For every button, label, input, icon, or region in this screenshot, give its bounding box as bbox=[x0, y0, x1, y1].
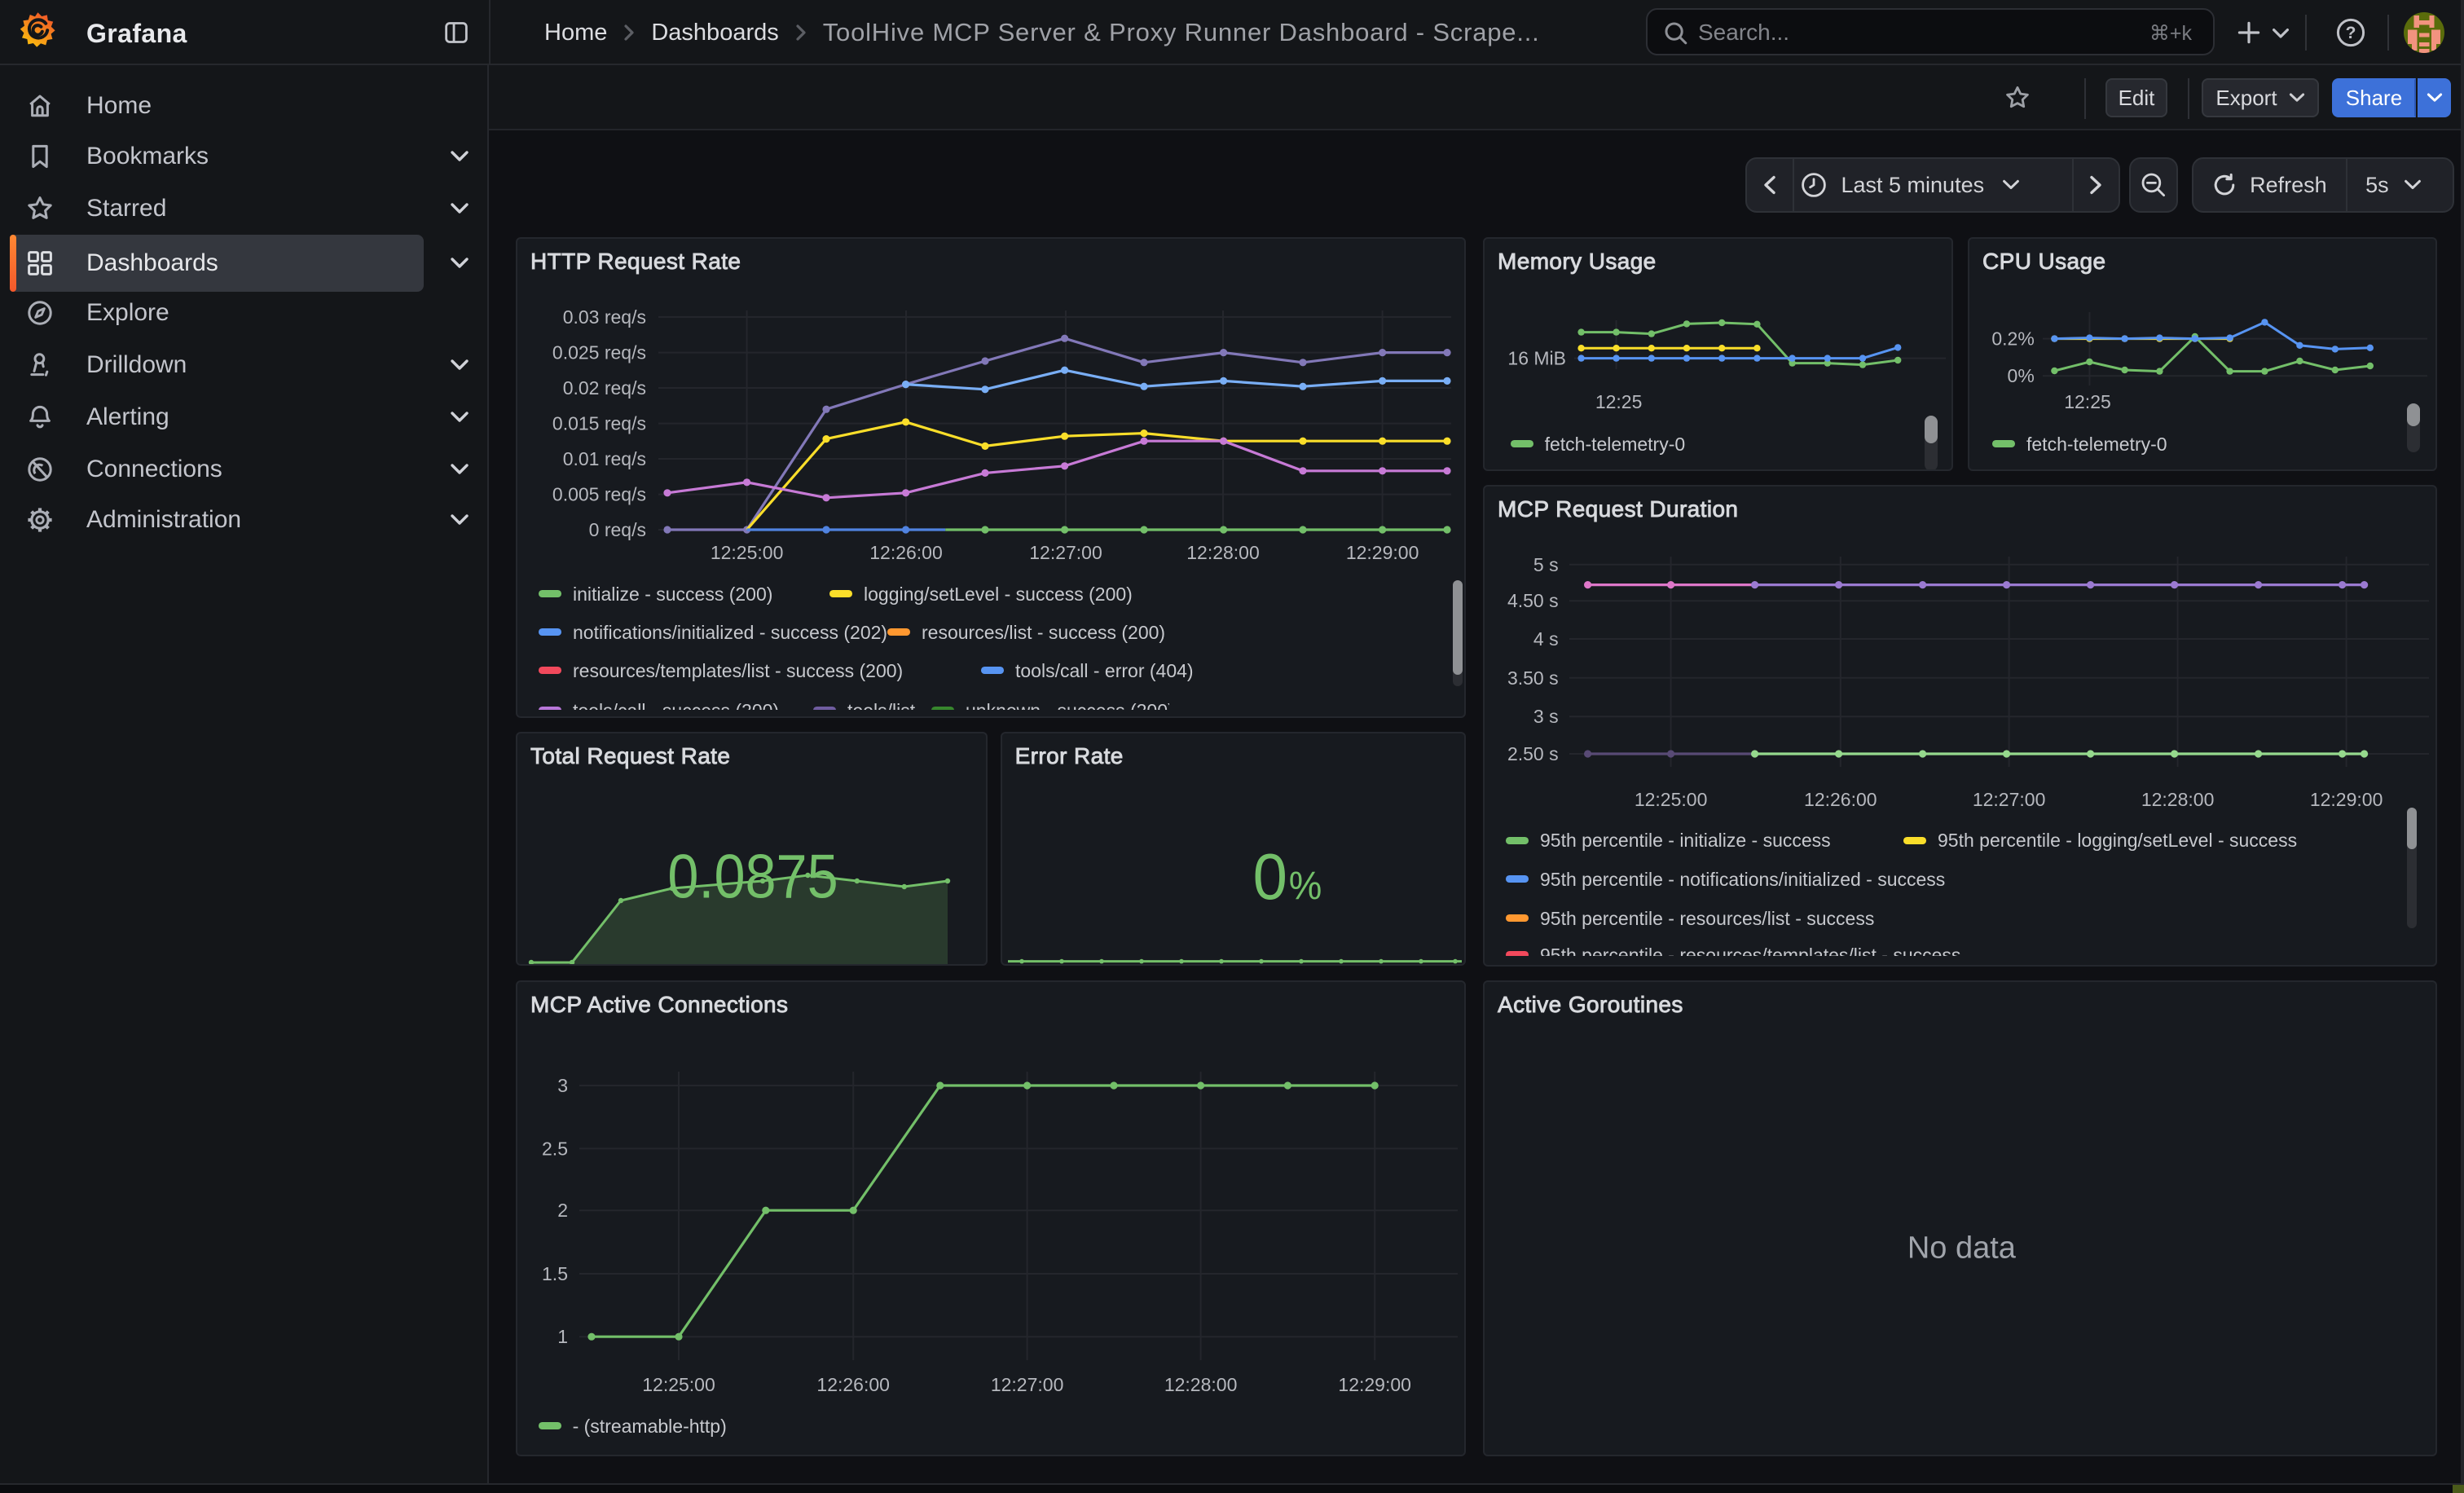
svg-text:12:29:00: 12:29:00 bbox=[1338, 1374, 1411, 1395]
svg-text:0.01 req/s: 0.01 req/s bbox=[563, 448, 646, 469]
svg-text:12:28:00: 12:28:00 bbox=[1164, 1374, 1238, 1395]
svg-text:0.03 req/s: 0.03 req/s bbox=[563, 306, 646, 328]
svg-text:2.5: 2.5 bbox=[542, 1138, 568, 1159]
svg-text:3 s: 3 s bbox=[1533, 706, 1559, 727]
svg-text:?: ? bbox=[2346, 24, 2356, 42]
svg-text:0.005 req/s: 0.005 req/s bbox=[552, 484, 646, 505]
svg-text:12:26:00: 12:26:00 bbox=[1804, 789, 1877, 810]
svg-text:4.50 s: 4.50 s bbox=[1507, 590, 1559, 611]
svg-text:1: 1 bbox=[557, 1326, 568, 1347]
svg-text:0.015 req/s: 0.015 req/s bbox=[552, 413, 646, 434]
svg-text:12:27:00: 12:27:00 bbox=[991, 1374, 1064, 1395]
svg-text:12:25:00: 12:25:00 bbox=[1635, 789, 1708, 810]
svg-text:3.50 s: 3.50 s bbox=[1507, 667, 1559, 689]
svg-text:12:28:00: 12:28:00 bbox=[1186, 542, 1260, 563]
svg-text:4 s: 4 s bbox=[1533, 628, 1559, 650]
svg-text:12:29:00: 12:29:00 bbox=[2310, 789, 2383, 810]
svg-text:0.2%: 0.2% bbox=[1991, 328, 2034, 350]
svg-text:12:25:00: 12:25:00 bbox=[642, 1374, 715, 1395]
svg-text:0.02 req/s: 0.02 req/s bbox=[563, 377, 646, 399]
svg-text:12:26:00: 12:26:00 bbox=[816, 1374, 890, 1395]
svg-text:12:29:00: 12:29:00 bbox=[1346, 542, 1419, 563]
svg-text:16 MiB: 16 MiB bbox=[1507, 348, 1566, 369]
svg-text:12:27:00: 12:27:00 bbox=[1973, 789, 2046, 810]
svg-text:12:25: 12:25 bbox=[2064, 391, 2111, 412]
svg-text:3: 3 bbox=[557, 1075, 568, 1096]
svg-text:12:25:00: 12:25:00 bbox=[711, 542, 784, 563]
svg-text:12:26:00: 12:26:00 bbox=[869, 542, 943, 563]
svg-text:0.025 req/s: 0.025 req/s bbox=[552, 342, 646, 363]
svg-text:5 s: 5 s bbox=[1533, 554, 1559, 575]
svg-text:1.5: 1.5 bbox=[542, 1263, 568, 1284]
svg-text:0 req/s: 0 req/s bbox=[589, 519, 646, 540]
svg-text:2: 2 bbox=[557, 1200, 568, 1221]
svg-text:12:27:00: 12:27:00 bbox=[1029, 542, 1102, 563]
svg-text:12:28:00: 12:28:00 bbox=[2141, 789, 2215, 810]
svg-text:0%: 0% bbox=[2008, 365, 2035, 386]
svg-text:12:25: 12:25 bbox=[1595, 391, 1643, 412]
svg-text:2.50 s: 2.50 s bbox=[1507, 743, 1559, 764]
